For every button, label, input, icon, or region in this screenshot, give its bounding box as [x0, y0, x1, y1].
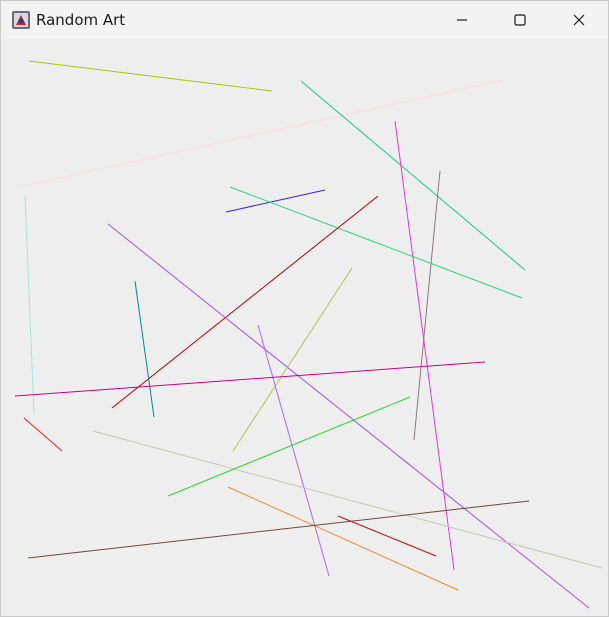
- art-line: [14, 361, 486, 397]
- minimize-button[interactable]: [433, 1, 491, 39]
- art-line: [111, 195, 379, 409]
- art-line: [92, 430, 603, 569]
- art-line: [227, 486, 459, 591]
- app-window: Random Art: [0, 0, 609, 617]
- art-line: [413, 170, 441, 441]
- art-line: [337, 515, 437, 557]
- art-line: [167, 396, 411, 497]
- art-line: [229, 186, 523, 299]
- java-app-icon: [12, 11, 30, 29]
- art-line: [257, 324, 330, 577]
- art-line: [18, 79, 504, 188]
- window-title: Random Art: [36, 11, 126, 29]
- maximize-button[interactable]: [491, 1, 549, 39]
- drawing-canvas: [1, 39, 608, 616]
- art-line: [24, 195, 35, 414]
- art-line: [394, 120, 455, 571]
- title-bar[interactable]: Random Art: [1, 1, 608, 39]
- art-line: [28, 60, 273, 92]
- random-art-drawing: [14, 60, 603, 609]
- art-line: [134, 280, 155, 418]
- minimize-icon: [457, 19, 467, 21]
- art-line: [107, 223, 590, 609]
- art-line: [225, 189, 326, 213]
- close-icon: [573, 14, 585, 26]
- close-button[interactable]: [550, 1, 608, 39]
- art-line: [23, 417, 63, 452]
- maximize-icon: [514, 14, 526, 26]
- art-line: [300, 80, 526, 271]
- art-line: [232, 267, 353, 452]
